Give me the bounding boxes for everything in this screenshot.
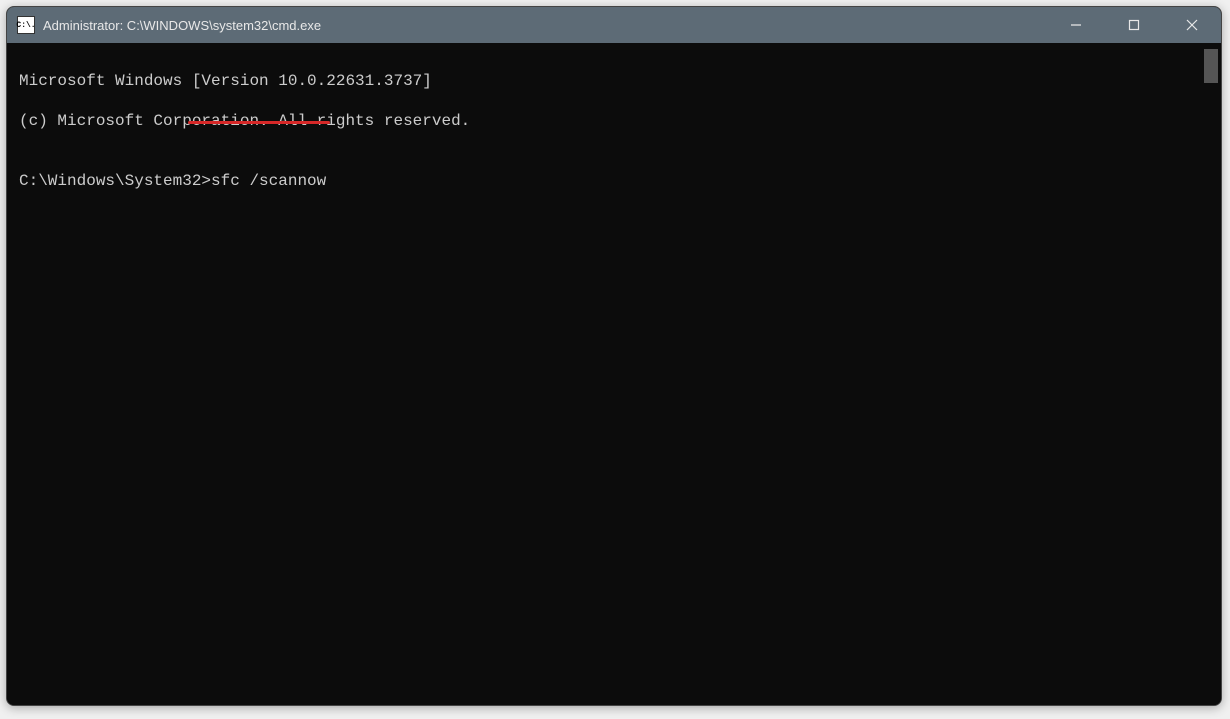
minimize-icon — [1070, 19, 1082, 31]
maximize-icon — [1128, 19, 1140, 31]
vertical-scrollbar[interactable] — [1201, 43, 1221, 705]
maximize-button[interactable] — [1105, 7, 1163, 43]
close-icon — [1186, 19, 1198, 31]
prompt-line: C:\Windows\System32>sfc /scannow — [19, 171, 326, 191]
terminal-output[interactable]: Microsoft Windows [Version 10.0.22631.37… — [7, 43, 1201, 705]
prompt-text: C:\Windows\System32> — [19, 172, 211, 190]
window-title: Administrator: C:\WINDOWS\system32\cmd.e… — [43, 18, 1047, 33]
scrollbar-thumb[interactable] — [1204, 49, 1218, 83]
red-underline-annotation — [188, 121, 330, 124]
minimize-button[interactable] — [1047, 7, 1105, 43]
version-line: Microsoft Windows [Version 10.0.22631.37… — [19, 71, 1189, 91]
cmd-icon: C:\. — [17, 16, 35, 34]
window-controls — [1047, 7, 1221, 43]
cmd-window: C:\. Administrator: C:\WINDOWS\system32\… — [6, 6, 1222, 706]
terminal-container: Microsoft Windows [Version 10.0.22631.37… — [7, 43, 1221, 705]
close-button[interactable] — [1163, 7, 1221, 43]
titlebar[interactable]: C:\. Administrator: C:\WINDOWS\system32\… — [7, 7, 1221, 43]
command-text: sfc /scannow — [211, 172, 326, 190]
